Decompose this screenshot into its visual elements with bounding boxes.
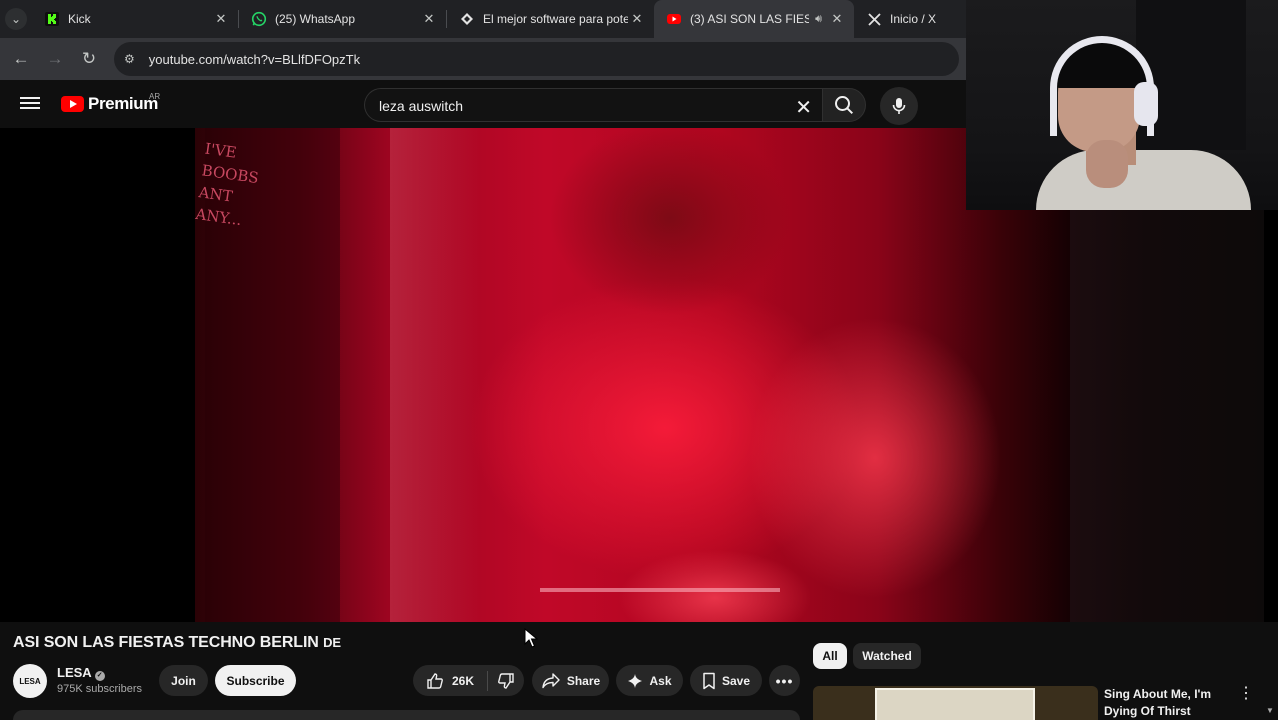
browser-toolbar: ← → ↻ ⚙ youtube.com/watch?v=BLlfDFOpzTk bbox=[0, 38, 966, 80]
close-icon[interactable]: ✕ bbox=[420, 11, 438, 27]
video-frame: I'VE BOOBS ANT ANY... bbox=[194, 128, 1070, 622]
ask-button[interactable]: Ask bbox=[616, 665, 683, 696]
kebab-menu-icon[interactable]: ⋮ bbox=[1238, 686, 1254, 702]
recommendation-thumbnail[interactable] bbox=[813, 686, 1098, 720]
channel-name-row[interactable]: LESA ✓ bbox=[57, 665, 142, 681]
tab-title: El mejor software para poten bbox=[483, 12, 628, 26]
close-icon[interactable]: ✕ bbox=[628, 11, 646, 27]
search-icon bbox=[835, 96, 854, 115]
chip-label: Watched bbox=[862, 649, 912, 663]
more-icon: ••• bbox=[775, 672, 794, 689]
address-bar[interactable]: ⚙ youtube.com/watch?v=BLlfDFOpzTk bbox=[114, 42, 959, 76]
share-label: Share bbox=[566, 673, 601, 688]
whatsapp-icon bbox=[251, 11, 267, 27]
youtube-play-icon bbox=[61, 96, 84, 112]
webcam-person-hand bbox=[1086, 140, 1128, 188]
tab-x[interactable]: Inicio / X bbox=[854, 0, 964, 38]
search-input[interactable]: leza auswitch ✕ bbox=[364, 88, 824, 122]
voice-search-button[interactable] bbox=[880, 87, 918, 125]
scroll-down-icon[interactable]: ▼ bbox=[1266, 706, 1276, 716]
subscriber-count: 975K subscribers bbox=[57, 683, 142, 695]
tab-title: (3) ASI SON LAS FIESTAS bbox=[690, 12, 810, 26]
verified-icon: ✓ bbox=[94, 671, 105, 681]
like-button[interactable]: 26K bbox=[413, 672, 487, 690]
channel-name: LESA bbox=[57, 665, 92, 680]
webcam-overlay bbox=[966, 0, 1278, 210]
youtube-icon bbox=[666, 11, 682, 27]
url-text: youtube.com/watch?v=BLlfDFOpzTk bbox=[148, 51, 361, 67]
like-count: 26K bbox=[451, 673, 474, 688]
close-icon[interactable]: ✕ bbox=[212, 11, 230, 27]
subscribe-button[interactable]: Subscribe bbox=[215, 665, 296, 696]
x-icon bbox=[866, 11, 882, 27]
tab-title: (25) WhatsApp bbox=[275, 12, 356, 26]
chip-watched[interactable]: Watched bbox=[853, 643, 921, 669]
tab-whatsapp[interactable]: (25) WhatsApp ✕ bbox=[239, 0, 446, 38]
thumbs-up-icon bbox=[427, 672, 443, 689]
headphone-cup bbox=[1134, 82, 1158, 126]
close-icon[interactable]: ✕ bbox=[828, 11, 846, 27]
save-button[interactable]: Save bbox=[690, 665, 762, 696]
ask-label: Ask bbox=[649, 673, 672, 688]
diamond-icon bbox=[459, 11, 475, 27]
site-settings-icon[interactable]: ⚙ bbox=[124, 52, 135, 66]
thumbs-down-icon bbox=[498, 672, 514, 689]
share-button[interactable]: Share bbox=[532, 665, 609, 696]
channel-avatar[interactable]: LESA bbox=[13, 664, 47, 698]
browser-tab-strip: ⌄ Kick ✕ (25) WhatsApp ✕ El mejor softwa… bbox=[0, 0, 966, 38]
frame-graffiti-text: I'VE BOOBS ANT ANY... bbox=[194, 139, 260, 230]
search-query: leza auswitch bbox=[379, 98, 464, 114]
description-box[interactable] bbox=[13, 710, 800, 720]
recommendation-title[interactable]: Sing About Me, I'm Dying Of Thirst bbox=[1104, 686, 1234, 720]
like-dislike-group: 26K bbox=[413, 665, 524, 696]
video-title-suffix: DE bbox=[323, 635, 341, 650]
back-button[interactable]: ← bbox=[4, 42, 38, 76]
more-actions-button[interactable]: ••• bbox=[769, 665, 800, 696]
country-code: AR bbox=[149, 92, 161, 101]
tab-software[interactable]: El mejor software para poten ✕ bbox=[447, 0, 654, 38]
reload-icon: ↻ bbox=[81, 49, 97, 68]
arrow-right-icon: → bbox=[46, 49, 64, 68]
video-light-strip bbox=[540, 588, 780, 592]
video-light-streak bbox=[390, 128, 480, 622]
kick-icon bbox=[44, 11, 60, 27]
logo-text: Premium bbox=[88, 94, 158, 113]
tab-title: Inicio / X bbox=[890, 12, 937, 26]
tab-youtube[interactable]: (3) ASI SON LAS FIESTAS 🔊︎ ✕ bbox=[654, 0, 854, 38]
video-title: ASI SON LAS FIESTAS TECHNO BERLIN DE bbox=[13, 634, 341, 652]
share-icon bbox=[542, 672, 560, 688]
forward-button[interactable]: → bbox=[38, 42, 72, 76]
tab-kick[interactable]: Kick ✕ bbox=[32, 0, 238, 38]
bookmark-icon bbox=[703, 672, 715, 689]
video-title-text: ASI SON LAS FIESTAS TECHNO BERLIN bbox=[13, 634, 319, 651]
arrow-left-icon: ← bbox=[12, 49, 30, 68]
youtube-header: Premium AR leza auswitch ✕ bbox=[0, 80, 966, 128]
tab-title: Kick bbox=[68, 12, 91, 26]
tab-search-button[interactable]: ⌄ bbox=[0, 0, 32, 38]
join-button[interactable]: Join bbox=[159, 665, 208, 696]
save-label: Save bbox=[721, 673, 751, 688]
mouse-cursor-icon bbox=[524, 628, 538, 648]
search-button[interactable] bbox=[822, 88, 866, 122]
subscribe-label: Subscribe bbox=[226, 673, 285, 688]
channel-info: LESA ✓ 975K subscribers bbox=[57, 665, 142, 695]
screen: ⌄ Kick ✕ (25) WhatsApp ✕ El mejor softwa… bbox=[0, 0, 1278, 720]
reload-button[interactable]: ↻ bbox=[72, 42, 106, 76]
sparkle-icon bbox=[628, 673, 643, 688]
webcam-person-shirt bbox=[1036, 150, 1251, 210]
chevron-down-icon: ⌄ bbox=[5, 8, 27, 30]
dislike-button[interactable] bbox=[488, 672, 524, 690]
clear-search-icon[interactable]: ✕ bbox=[795, 95, 812, 120]
avatar-text: LESA bbox=[19, 676, 41, 686]
youtube-logo[interactable]: Premium AR bbox=[61, 92, 161, 114]
microphone-icon bbox=[892, 98, 906, 114]
join-label: Join bbox=[171, 673, 196, 688]
chip-label: All bbox=[822, 649, 838, 663]
menu-icon[interactable] bbox=[20, 94, 40, 114]
thumbnail-artwork bbox=[875, 688, 1035, 720]
chip-all[interactable]: All bbox=[813, 643, 847, 669]
speaker-icon[interactable]: 🔊︎ bbox=[815, 13, 822, 26]
